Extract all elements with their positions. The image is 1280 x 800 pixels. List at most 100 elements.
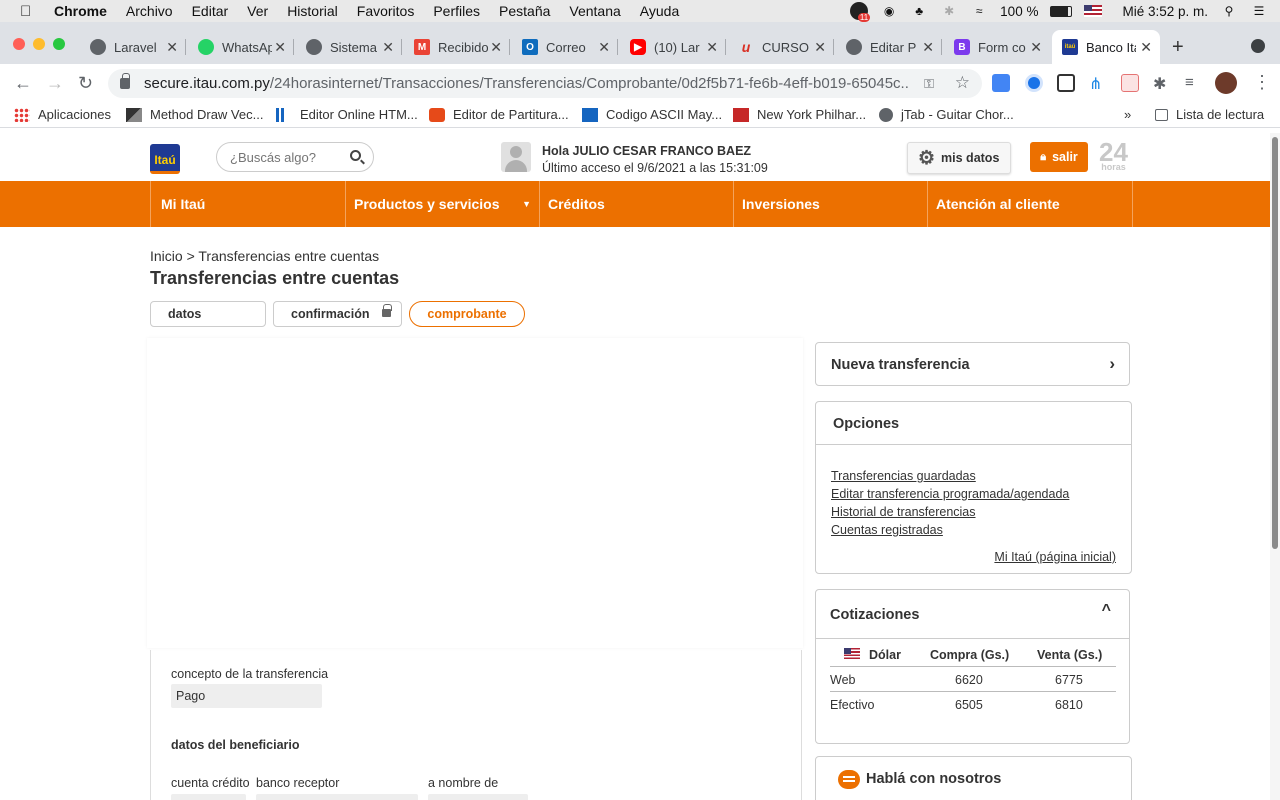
bookmark-editor-html[interactable]: Editor Online HTM... [276, 107, 418, 122]
tab-whatsapp[interactable]: WhatsApp ✕ [188, 30, 294, 64]
search-icon[interactable] [350, 150, 361, 161]
more-menu-icon[interactable]: ⋮ [1253, 72, 1271, 93]
google-translate-icon[interactable] [992, 74, 1010, 92]
bookmark-method-draw[interactable]: Method Draw Vec... [126, 107, 263, 122]
reading-list-label: Lista de lectura [1176, 107, 1265, 122]
close-tab-icon[interactable]: ✕ [490, 39, 502, 56]
menu-perfiles[interactable]: Perfiles [433, 3, 480, 19]
branch-icon[interactable]: ⋔ [1089, 74, 1107, 93]
nav-mi-itau[interactable]: Mi Itaú [150, 181, 346, 227]
tab-form[interactable]: B Form co ✕ [944, 30, 1050, 64]
link-cuentas-registradas[interactable]: Cuentas registradas [831, 523, 943, 537]
bookmark-ascii[interactable]: Codigo ASCII May... [582, 107, 722, 122]
tab-label: Sistema [330, 39, 377, 55]
close-tab-icon[interactable]: ✕ [922, 39, 934, 56]
nav-productos[interactable]: Productos y servicios ▼ [344, 181, 540, 227]
menu-favoritos[interactable]: Favoritos [357, 3, 415, 19]
bookmark-jtab[interactable]: jTab - Guitar Chor... [879, 107, 1014, 122]
control-center-icon[interactable]: ☰ [1250, 4, 1268, 18]
new-tab-button[interactable]: + [1172, 36, 1184, 59]
close-tab-icon[interactable]: ✕ [166, 39, 178, 56]
bookmark-apps[interactable]: Aplicaciones [14, 107, 111, 122]
nav-atencion[interactable]: Atención al cliente [926, 181, 1133, 227]
menu-ver[interactable]: Ver [247, 3, 268, 19]
close-window-button[interactable] [13, 38, 25, 50]
tab-gmail[interactable]: M Recibidos ✕ [404, 30, 510, 64]
nueva-transferencia-card[interactable]: Nueva transferencia › [815, 342, 1130, 386]
bookmark-ny-philharmonic[interactable]: New York Philhar... [733, 107, 866, 122]
input-source-flag-icon[interactable] [1084, 5, 1103, 17]
link-transferencias-guardadas[interactable]: Transferencias guardadas [831, 469, 976, 483]
link-mi-itau-home[interactable]: Mi Itaú (página inicial) [994, 550, 1116, 564]
tab-youtube[interactable]: ▶ (10) Lar ✕ [620, 30, 726, 64]
calendar-extension-icon[interactable] [1121, 74, 1139, 92]
page-scrollbar[interactable] [1270, 133, 1280, 800]
tab-editar[interactable]: Editar P ✕ [836, 30, 942, 64]
extension-blue-circle-icon[interactable] [1025, 74, 1043, 92]
itau-logo[interactable]: Itaú [150, 144, 180, 174]
media-control-icon[interactable]: ≡ [1185, 74, 1203, 92]
scrollbar-thumb[interactable] [1272, 137, 1278, 549]
globe-icon [306, 39, 322, 55]
menu-historial[interactable]: Historial [287, 3, 338, 19]
elephant-icon[interactable]: ♣ [910, 4, 928, 18]
chevron-up-icon[interactable]: ^ [1102, 602, 1111, 620]
close-tab-icon[interactable]: ✕ [1140, 39, 1152, 56]
tab-sistema[interactable]: Sistema ✕ [296, 30, 402, 64]
bookmarks-overflow-button[interactable]: » [1124, 107, 1131, 122]
zoom-window-button[interactable] [53, 38, 65, 50]
bookmark-star-icon[interactable]: ☆ [955, 73, 970, 93]
close-tab-icon[interactable]: ✕ [706, 39, 718, 56]
menu-app-name[interactable]: Chrome [54, 3, 107, 19]
key-icon[interactable]: ⚿ [924, 76, 934, 92]
reload-icon[interactable]: ↻ [78, 73, 93, 94]
tab-search-icon[interactable] [1251, 39, 1265, 53]
reading-list[interactable]: Lista de lectura [1155, 107, 1264, 122]
menu-editar[interactable]: Editar [192, 3, 229, 19]
close-tab-icon[interactable]: ✕ [814, 39, 826, 56]
address-bar[interactable]: secure.itau.com.py /24horasinternet/Tran… [108, 69, 982, 98]
menu-ventana[interactable]: Ventana [569, 3, 620, 19]
profile-avatar[interactable] [1215, 72, 1237, 94]
battery-percent[interactable]: 100 % [1000, 4, 1038, 19]
close-tab-icon[interactable]: ✕ [274, 39, 286, 56]
link-historial[interactable]: Historial de transferencias [831, 505, 976, 519]
link-editar-transferencia[interactable]: Editar transferencia programada/agendada [831, 487, 1069, 501]
spotlight-search-icon[interactable]: ⚲ [1220, 4, 1238, 18]
tab-banco-itau[interactable]: itaú Banco Itaú ✕ [1052, 30, 1160, 64]
battery-icon[interactable] [1050, 5, 1073, 17]
tab-curso[interactable]: u CURSO ✕ [728, 30, 834, 64]
chat-card[interactable]: Hablá con nosotros [815, 756, 1132, 800]
mis-datos-button[interactable]: ⚙ mis datos [907, 142, 1011, 174]
lock-icon[interactable] [120, 73, 130, 89]
creative-cloud-icon[interactable]: ◉ [880, 4, 898, 18]
wifi-icon[interactable]: ≈ [970, 4, 988, 18]
puzzle-icon[interactable]: ✱ [1153, 74, 1171, 93]
cotizaciones-header[interactable]: Cotizaciones ^ [816, 590, 1129, 639]
close-tab-icon[interactable]: ✕ [598, 39, 610, 56]
minimize-window-button[interactable] [33, 38, 45, 50]
forward-arrow-icon[interactable]: → [46, 73, 64, 94]
site-search[interactable] [216, 142, 374, 172]
clock[interactable]: Mié 3:52 p. m. [1122, 4, 1208, 19]
notification-badge-icon[interactable]: 11 [850, 2, 871, 22]
close-tab-icon[interactable]: ✕ [382, 39, 394, 56]
menu-ayuda[interactable]: Ayuda [640, 3, 679, 19]
close-tab-icon[interactable]: ✕ [1030, 39, 1042, 56]
salir-button[interactable]: 🔒︎ salir [1030, 142, 1088, 172]
nav-inversiones[interactable]: Inversiones [732, 181, 928, 227]
menu-pestana[interactable]: Pestaña [499, 3, 550, 19]
search-input[interactable] [230, 149, 345, 165]
nav-creditos[interactable]: Créditos [538, 181, 734, 227]
apple-icon[interactable]:  [20, 3, 38, 20]
24-horas-logo: 24 horas [1099, 139, 1128, 172]
breadcrumb[interactable]: Inicio > Transferencias entre cuentas [150, 248, 379, 264]
tab-laravel[interactable]: Laravel ✕ [80, 30, 186, 64]
tab-outlook[interactable]: O Correo ✕ [512, 30, 618, 64]
menu-archivo[interactable]: Archivo [126, 3, 173, 19]
concepto-label: concepto de la transferencia [171, 667, 329, 681]
bluetooth-icon[interactable]: ✱ [940, 4, 958, 18]
screenshot-icon[interactable] [1057, 74, 1075, 92]
back-arrow-icon[interactable]: ← [14, 73, 32, 94]
bookmark-partitura[interactable]: Editor de Partitura... [429, 107, 569, 122]
